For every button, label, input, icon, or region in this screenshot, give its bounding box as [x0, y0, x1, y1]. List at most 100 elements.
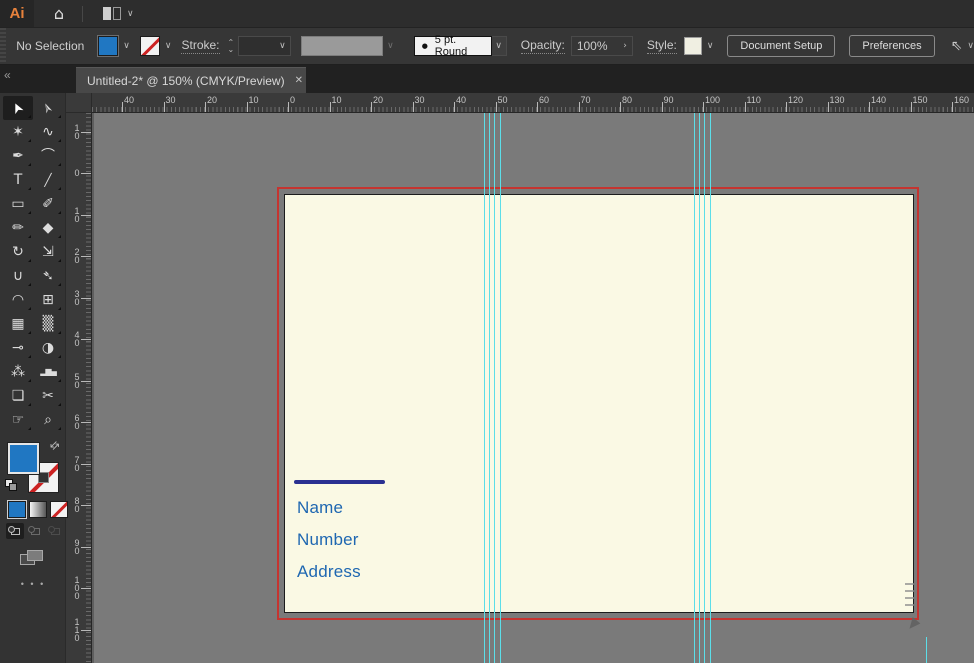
close-tab-icon[interactable]: ✕: [295, 75, 303, 86]
chevron-down-icon[interactable]: ∨: [165, 41, 172, 51]
ruler-corner[interactable]: [66, 93, 92, 113]
opacity-field[interactable]: 100% ›: [571, 36, 633, 56]
curvature-tool[interactable]: ⌒: [33, 144, 63, 168]
control-bar: No Selection ∨ ∨ Stroke: ⌃ ⌄ ∨ ∨ ● 5 pt.…: [0, 27, 974, 65]
pointer-preferences-control[interactable]: ⇖ ∨: [951, 38, 974, 54]
tools-panel: ➤➢✶∿✒⌒T╱▭✐✏◆↻⇲∪➴◠⊞▦▒⊸◑⁂▂▆▄❏✂☞⌕ ⇆ •: [0, 93, 66, 663]
stroke-weight-stepper[interactable]: ⌃ ⌄: [228, 39, 235, 53]
draw-inside-button: [46, 523, 64, 539]
ruler-label: 10: [332, 95, 342, 105]
app-logo[interactable]: Ai: [0, 0, 34, 27]
chevron-down-icon[interactable]: ∨: [123, 41, 130, 51]
width-tool[interactable]: ∪: [3, 264, 33, 288]
guide-line[interactable]: [484, 113, 485, 663]
decorative-rule[interactable]: [294, 480, 385, 484]
type-tool[interactable]: T: [3, 168, 33, 192]
default-fill-stroke-icon[interactable]: [5, 479, 18, 492]
style-swatch[interactable]: [684, 37, 702, 55]
direct-selection-tool[interactable]: ➢: [33, 96, 63, 120]
brush-definition-field[interactable]: ● 5 pt. Round: [414, 36, 492, 56]
puppet-warp-tool[interactable]: ➴: [33, 264, 63, 288]
ruler-tick: [81, 505, 91, 506]
artboard-text-address[interactable]: Address: [297, 562, 361, 582]
style-label[interactable]: Style:: [647, 38, 677, 54]
home-icon[interactable]: ⌂: [42, 0, 76, 27]
edit-toolbar-icon[interactable]: • • •: [0, 579, 66, 589]
fill-color-control[interactable]: ∨: [98, 36, 130, 56]
ruler-label: 20: [373, 95, 383, 105]
paintbrush-tool[interactable]: ✐: [33, 192, 63, 216]
line-segment-tool[interactable]: ╱: [33, 168, 63, 192]
hand-tool[interactable]: ☞: [3, 408, 33, 432]
gradient-tool[interactable]: ▒: [33, 312, 63, 336]
draw-normal-button[interactable]: [6, 523, 24, 539]
guide-line[interactable]: [489, 113, 490, 663]
stepper-down-icon[interactable]: ⌄: [228, 46, 235, 53]
arrange-documents-control[interactable]: ∨: [103, 7, 134, 20]
artboard-text-number[interactable]: Number: [297, 530, 359, 550]
horizontal-ruler[interactable]: 4030201001020304050607080901001101201301…: [92, 93, 974, 113]
stroke-color-swatch[interactable]: [140, 36, 160, 56]
guide-line[interactable]: [704, 113, 705, 663]
ruler-label: 40: [124, 95, 134, 105]
draw-behind-button[interactable]: [26, 523, 44, 539]
slice-tool[interactable]: ✂: [33, 384, 63, 408]
document-tab[interactable]: Untitled-2* @ 150% (CMYK/Preview) ✕: [76, 67, 306, 93]
fill-color-swatch[interactable]: [98, 36, 118, 56]
fill-indicator[interactable]: [8, 443, 39, 474]
opacity-label[interactable]: Opacity:: [521, 38, 565, 54]
rotate-tool[interactable]: ↻: [3, 240, 33, 264]
guide-line[interactable]: [699, 113, 700, 663]
eyedropper-tool[interactable]: ⊸: [3, 336, 33, 360]
guide-line[interactable]: [694, 113, 695, 663]
canvas[interactable]: Name Number Address: [92, 113, 974, 663]
preferences-button[interactable]: Preferences: [849, 35, 934, 57]
mesh-tool[interactable]: ▦: [3, 312, 33, 336]
swap-fill-stroke-icon[interactable]: ⇆: [47, 438, 63, 454]
variable-width-profile-select: [301, 36, 383, 56]
lasso-tool[interactable]: ∿: [33, 120, 63, 144]
chevron-down-icon[interactable]: ∨: [707, 41, 714, 51]
guide-line[interactable]: [494, 113, 495, 663]
stroke-color-control[interactable]: ∨: [140, 36, 172, 56]
selection-tool[interactable]: ➤: [3, 96, 33, 120]
opacity-value[interactable]: 100%: [577, 39, 608, 53]
chevron-right-icon[interactable]: ›: [623, 41, 627, 51]
pen-tool-icon: ✒: [12, 149, 24, 163]
ruler-tick: [537, 102, 538, 112]
symbol-sprayer-tool[interactable]: ⁂: [3, 360, 33, 384]
blend-tool[interactable]: ◑: [33, 336, 63, 360]
ruler-label: 40: [73, 331, 81, 347]
guide-line[interactable]: [500, 113, 501, 663]
column-graph-tool[interactable]: ▂▆▄: [33, 360, 63, 384]
guide-line[interactable]: [926, 637, 927, 663]
zoom-tool[interactable]: ⌕: [33, 408, 63, 432]
gradient-button[interactable]: [29, 501, 47, 518]
stroke-weight-label[interactable]: Stroke:: [181, 38, 219, 54]
vertical-ruler[interactable]: 100102030405060708090100110: [66, 113, 92, 663]
slice-tool-icon: ✂: [42, 389, 54, 403]
pencil-tool[interactable]: ✏: [3, 216, 33, 240]
artboard[interactable]: [284, 194, 914, 613]
change-screen-mode-icon[interactable]: [20, 550, 46, 568]
stroke-weight-select[interactable]: ∨: [238, 36, 290, 56]
free-transform-tool[interactable]: ⇲: [33, 240, 63, 264]
eraser-tool[interactable]: ◆: [33, 216, 63, 240]
brush-dropdown-button[interactable]: ∨: [492, 36, 507, 56]
ruler-tick: [81, 547, 91, 548]
artboard-tool[interactable]: ❏: [3, 384, 33, 408]
document-setup-button[interactable]: Document Setup: [727, 35, 835, 57]
artboard-text-name[interactable]: Name: [297, 498, 343, 518]
color-button[interactable]: [8, 501, 26, 518]
ruler-label: 30: [73, 290, 81, 306]
ruler-tick: [81, 215, 91, 216]
pen-tool[interactable]: ✒: [3, 144, 33, 168]
collapse-panel-icon[interactable]: «: [4, 68, 11, 82]
panel-grip[interactable]: [0, 28, 6, 64]
shaper-tool[interactable]: ◠: [3, 288, 33, 312]
guide-line[interactable]: [710, 113, 711, 663]
magic-wand-tool[interactable]: ✶: [3, 120, 33, 144]
rectangle-tool[interactable]: ▭: [3, 192, 33, 216]
perspective-grid-tool[interactable]: ⊞: [33, 288, 63, 312]
none-button[interactable]: [50, 501, 68, 518]
